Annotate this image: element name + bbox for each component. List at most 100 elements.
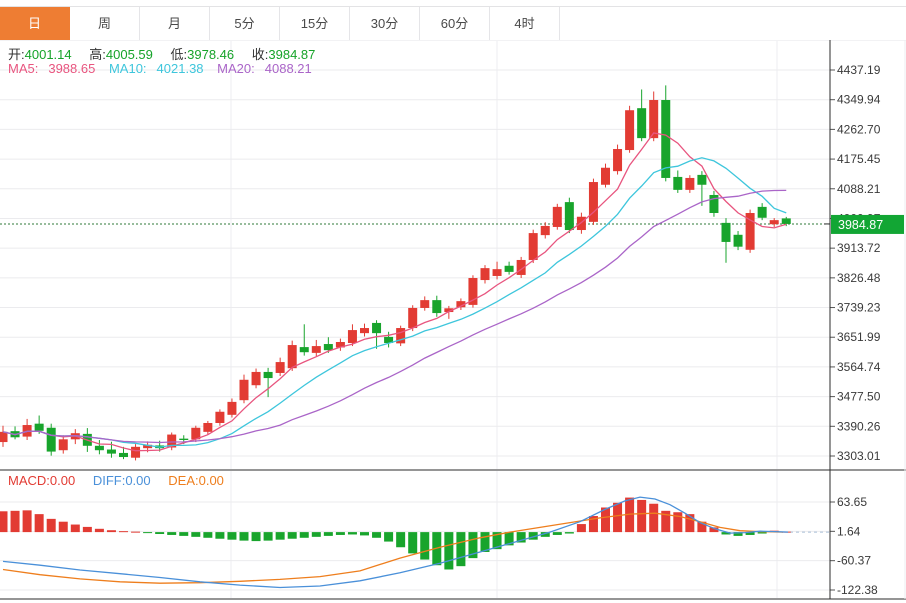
candle-body: [661, 100, 670, 178]
tab-month[interactable]: 月: [140, 7, 210, 40]
candle-body: [348, 330, 357, 343]
macd-label: MACD:: [8, 473, 50, 488]
macd-axis-label: -122.38: [837, 583, 878, 597]
open-label: 开:: [8, 47, 25, 62]
chart-canvas[interactable]: 4437.194349.944262.704175.454088.214000.…: [0, 0, 906, 603]
macd-histogram-bar: [23, 510, 32, 532]
candle-body: [685, 178, 694, 190]
candle-body: [493, 269, 502, 276]
tab-15min[interactable]: 15分: [280, 7, 350, 40]
candle-body: [734, 235, 743, 247]
macd-histogram-bar: [360, 532, 369, 535]
diff-label: DIFF:: [93, 473, 126, 488]
diff-value: 0.00: [125, 473, 150, 488]
candle-body: [468, 278, 477, 305]
ma20-value: 4088.21: [265, 61, 312, 76]
ma20-label: MA20:: [217, 61, 255, 76]
macd-histogram-bar: [71, 525, 80, 533]
y-axis-label: 3913.72: [837, 241, 881, 255]
high-label: 高:: [89, 47, 106, 62]
macd-histogram-bar: [0, 511, 8, 532]
y-axis-label: 4175.45: [837, 152, 881, 166]
candle-body: [240, 380, 249, 400]
macd-histogram-bar: [167, 532, 176, 535]
candle-body: [758, 207, 767, 218]
candle-body: [553, 207, 562, 227]
open-value: 4001.14: [25, 47, 72, 62]
macd-axis-label: 63.65: [837, 495, 867, 509]
y-axis-label: 3739.23: [837, 301, 881, 315]
macd-histogram-bar: [215, 532, 224, 539]
dea-label: DEA:: [168, 473, 198, 488]
tab-week[interactable]: 周: [70, 7, 140, 40]
tabbar-filler: [560, 7, 906, 40]
tab-30min[interactable]: 30分: [350, 7, 420, 40]
candle-body: [324, 344, 333, 350]
macd-histogram-bar: [83, 527, 92, 532]
macd-histogram-bar: [637, 500, 646, 532]
macd-histogram-bar: [155, 532, 164, 534]
candle-body: [577, 217, 586, 230]
candle-body: [0, 432, 8, 442]
tab-day[interactable]: 日: [0, 7, 70, 40]
candle-body: [276, 362, 285, 373]
candle-body: [589, 182, 598, 222]
macd-histogram-bar: [408, 532, 417, 553]
macd-histogram-bar: [444, 532, 453, 569]
candle-body: [601, 168, 610, 185]
candle-body: [541, 226, 550, 235]
candle-body: [432, 300, 441, 313]
y-axis-label: 3477.50: [837, 390, 881, 404]
y-axis-label: 4349.94: [837, 93, 881, 107]
candle-body: [420, 300, 429, 308]
macd-histogram-bar: [456, 532, 465, 566]
y-axis-label: 3826.48: [837, 271, 881, 285]
tab-60min[interactable]: 60分: [420, 7, 490, 40]
macd-histogram-bar: [312, 532, 321, 537]
ma5-value: 3988.65: [48, 61, 95, 76]
candle-body: [565, 202, 574, 230]
macd-histogram-bar: [348, 532, 357, 534]
ma10-line: [3, 158, 786, 447]
candle-body: [625, 110, 634, 150]
candle-body: [529, 233, 538, 260]
tab-5min[interactable]: 5分: [210, 7, 280, 40]
macd-histogram-bar: [35, 514, 44, 532]
candle-body: [288, 345, 297, 368]
candle-body: [119, 453, 128, 457]
diff-line: [3, 497, 788, 587]
macd-histogram-bar: [288, 532, 297, 539]
macd-axis-label: -60.37: [837, 554, 871, 568]
macd-histogram-bar: [384, 532, 393, 541]
y-axis-label: 4437.19: [837, 63, 881, 77]
candle-body: [179, 439, 188, 440]
y-axis-label: 3303.01: [837, 449, 881, 463]
candle-body: [770, 220, 779, 224]
tab-4hour[interactable]: 4时: [490, 7, 560, 40]
macd-histogram-bar: [179, 532, 188, 536]
macd-histogram-bar: [553, 532, 562, 535]
candle-body: [252, 372, 261, 385]
close-label: 收:: [252, 47, 269, 62]
candle-body: [360, 328, 369, 333]
macd-histogram-bar: [577, 524, 586, 532]
macd-histogram-bar: [372, 532, 381, 538]
candle-body: [613, 149, 622, 171]
macd-histogram-bar: [252, 532, 261, 541]
macd-histogram-bar: [95, 529, 104, 532]
macd-histogram-bar: [119, 531, 128, 532]
y-axis-label: 4262.70: [837, 122, 881, 136]
macd-histogram-bar: [143, 532, 152, 533]
candle-body: [215, 412, 224, 423]
candle-body: [408, 308, 417, 328]
high-value: 4005.59: [106, 47, 153, 62]
macd-histogram-bar: [131, 532, 140, 533]
y-axis-label: 3564.74: [837, 360, 881, 374]
macd-histogram-bar: [649, 504, 658, 532]
macd-histogram-bar: [613, 503, 622, 532]
candle-body: [300, 347, 309, 352]
candle-body: [637, 108, 646, 138]
ma-info-line: MA5:3988.65 MA10:4021.38 MA20:4088.21: [8, 61, 322, 76]
candle-body: [481, 268, 490, 280]
candle-body: [722, 223, 731, 242]
